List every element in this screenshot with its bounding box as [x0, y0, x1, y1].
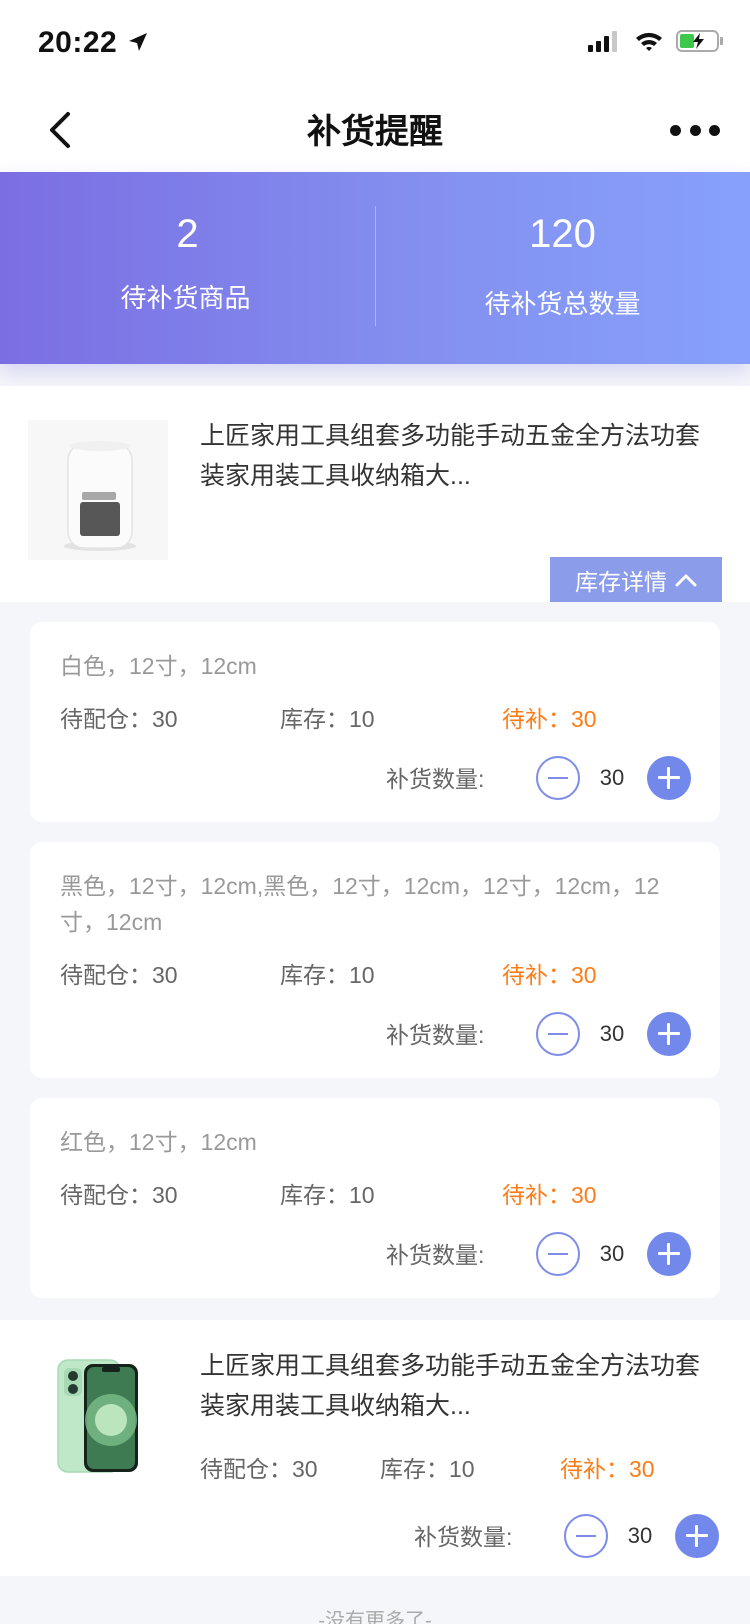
variant-spec: 红色，12寸，12cm: [60, 1129, 257, 1155]
qty-label: 补货数量:: [414, 1524, 513, 1550]
minus-icon[interactable]: [536, 1012, 580, 1056]
location-arrow-icon: [128, 32, 148, 57]
variant-spec: 白色，12寸，12cm: [60, 653, 257, 679]
plus-icon[interactable]: [647, 1232, 691, 1276]
qty-value[interactable]: 30: [587, 765, 637, 791]
stock-detail-button[interactable]: 库存详情: [550, 557, 722, 602]
more-dots-icon[interactable]: [670, 110, 720, 150]
summary-pending-products: 2 待补货商品: [0, 172, 375, 364]
product-image-phone: [56, 1358, 142, 1474]
no-more-text: -没有更多了-: [318, 1610, 432, 1624]
summary-pending-total: 120 待补货总数量: [375, 172, 750, 364]
pending-count: 待补：30: [502, 706, 597, 732]
pending-count: 待补：30: [560, 1456, 655, 1482]
product-title: 上匠家用工具组套多功能手动五金全方法功套装家用装工具收纳箱大...: [200, 1352, 701, 1420]
signal-icon: [588, 30, 622, 57]
wifi-icon: [634, 30, 664, 57]
qty-value[interactable]: 30: [587, 1241, 637, 1267]
stock-count: 库存：10: [380, 1456, 475, 1482]
product-card[interactable]: 上匠家用工具组套多功能手动五金全方法功套装家用装工具收纳箱大... 库存详情: [0, 386, 750, 602]
variant-card: 黑色，12寸，12cm,黑色，12寸，12cm，12寸，12cm，12寸，12c…: [30, 842, 720, 1078]
minus-icon[interactable]: [536, 756, 580, 800]
pending-products-label: 待补货商品: [120, 283, 251, 313]
status-bar: 20:22: [0, 0, 750, 88]
stock-count: 库存：10: [280, 706, 375, 732]
stock-detail-label: 库存详情: [575, 568, 667, 595]
qty-label: 补货数量:: [386, 1242, 485, 1268]
page-title: 补货提醒: [307, 113, 443, 151]
minus-icon[interactable]: [536, 1232, 580, 1276]
warehouse-count: 待配仓：30: [200, 1456, 318, 1482]
summary-banner: 2 待补货商品 120 待补货总数量: [0, 172, 750, 364]
pending-total-qty: 120: [529, 212, 596, 256]
plus-icon[interactable]: [675, 1514, 719, 1558]
qty-label: 补货数量:: [386, 1022, 485, 1048]
status-time: 20:22: [38, 26, 118, 59]
battery-charging-icon: [676, 30, 724, 57]
plus-icon[interactable]: [647, 1012, 691, 1056]
qty-label: 补货数量:: [386, 766, 485, 792]
variant-card: 白色，12寸，12cm 待配仓：30 库存：10 待补：30 补货数量: 30: [30, 622, 720, 822]
stock-count: 库存：10: [280, 1182, 375, 1208]
qty-value[interactable]: 30: [615, 1523, 665, 1549]
variant-spec: 黑色，12寸，12cm,黑色，12寸，12cm，12寸，12cm，12寸，12c…: [60, 873, 660, 935]
nav-bar: 补货提醒: [0, 88, 750, 172]
chevron-up-icon: [675, 566, 697, 593]
product-image-speaker: [28, 420, 168, 560]
warehouse-count: 待配仓：30: [60, 962, 178, 988]
stock-count: 库存：10: [280, 962, 375, 988]
product-title: 上匠家用工具组套多功能手动五金全方法功套装家用装工具收纳箱大...: [200, 422, 701, 490]
qty-value[interactable]: 30: [587, 1021, 637, 1047]
product-card[interactable]: 上匠家用工具组套多功能手动五金全方法功套装家用装工具收纳箱大... 待配仓：30…: [0, 1320, 750, 1576]
warehouse-count: 待配仓：30: [60, 1182, 178, 1208]
variant-card: 红色，12寸，12cm 待配仓：30 库存：10 待补：30 补货数量: 30: [30, 1098, 720, 1298]
pending-total-label: 待补货总数量: [484, 289, 641, 319]
pending-count: 待补：30: [502, 962, 597, 988]
minus-icon[interactable]: [564, 1514, 608, 1558]
warehouse-count: 待配仓：30: [60, 706, 178, 732]
plus-icon[interactable]: [647, 756, 691, 800]
pending-products-count: 2: [176, 212, 199, 256]
pending-count: 待补：30: [502, 1182, 597, 1208]
